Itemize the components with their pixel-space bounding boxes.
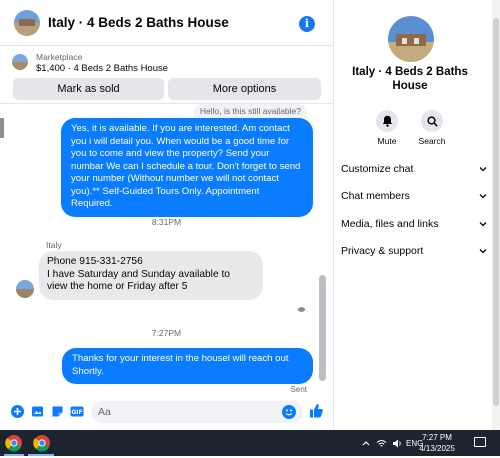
sender-avatar[interactable] [16, 280, 34, 298]
bell-icon[interactable] [376, 110, 398, 132]
mute-label: Mute [377, 136, 397, 146]
emoji-icon[interactable] [282, 405, 296, 419]
like-icon[interactable] [309, 403, 323, 419]
sticker-icon[interactable] [51, 405, 64, 418]
search-icon[interactable] [421, 110, 443, 132]
clock-date: 4/13/2025 [419, 444, 455, 453]
messenger-window: Italy · 4 Beds 2 Baths House i Marketpla… [0, 0, 500, 430]
window-edge-handle [0, 118, 4, 138]
quoted-message: Hello, is this still available? [193, 104, 307, 118]
timestamp: 7:27PM [151, 328, 182, 338]
chevron-down-icon [479, 194, 487, 199]
listing-title[interactable]: $1,400 · 4 Beds 2 Baths House [36, 63, 168, 74]
plus-icon[interactable] [11, 405, 24, 418]
section-media-files-links[interactable]: Media, files and links [341, 214, 487, 234]
section-label: Chat members [341, 190, 410, 202]
seen-indicator [297, 303, 306, 312]
listing-thumbnail[interactable] [12, 54, 28, 70]
chevron-down-icon [479, 249, 487, 254]
panel-title: Italy · 4 Beds 2 Baths House [334, 66, 486, 93]
section-privacy-support[interactable]: Privacy & support [341, 241, 487, 261]
mute-button[interactable]: Mute [362, 110, 412, 146]
chat-header: Italy · 4 Beds 2 Baths House i [0, 0, 333, 46]
section-chat-members[interactable]: Chat members [341, 186, 487, 206]
message-input-placeholder: Aa [98, 406, 111, 418]
message-input[interactable]: Aa [91, 401, 303, 423]
sender-name: Italy [46, 240, 62, 250]
panel-title-text: Italy · 4 Beds 2 Baths House [352, 66, 468, 92]
conversation-info-panel: Italy · 4 Beds 2 Baths House Mute Search… [333, 0, 500, 430]
chat-pane: Italy · 4 Beds 2 Baths House i Marketpla… [0, 0, 333, 430]
wifi-icon[interactable] [376, 430, 387, 456]
taskbar: ENG 7:27 PM 4/13/2025 [0, 430, 500, 456]
panel-scrollbar-thumb[interactable] [493, 18, 499, 406]
notification-icon[interactable] [474, 437, 486, 447]
message-bubble-outgoing[interactable]: Thanks for your interest in the housel w… [62, 348, 313, 384]
chevron-down-icon [479, 222, 487, 227]
panel-scrollbar[interactable] [492, 0, 500, 430]
section-customize-chat[interactable]: Customize chat [341, 159, 487, 179]
message-list: Hello, is this still available? Yes, it … [0, 104, 333, 394]
svg-text:GIF: GIF [71, 409, 82, 416]
more-options-button[interactable]: More options [168, 78, 321, 100]
marketplace-source: Marketplace [36, 52, 83, 62]
tray-chevron-up-icon[interactable] [362, 430, 370, 456]
timestamp: 8:31PM [151, 217, 182, 227]
chevron-down-icon [479, 167, 487, 172]
section-label: Customize chat [341, 163, 414, 175]
chrome-taskbar-icon[interactable] [4, 433, 24, 453]
message-bubble-outgoing[interactable]: Yes, it is available. If you are interes… [61, 118, 313, 217]
taskbar-clock[interactable]: 7:27 PM 4/13/2025 [414, 432, 460, 454]
section-label: Media, files and links [341, 218, 439, 230]
section-label: Privacy & support [341, 245, 424, 257]
panel-listing-photo[interactable] [388, 16, 434, 62]
chat-title[interactable]: Italy · 4 Beds 2 Baths House [48, 15, 229, 30]
mark-as-sold-button[interactable]: Mark as sold [13, 78, 164, 100]
message-bubble-incoming[interactable]: Phone 915-331-2756 I have Saturday and S… [39, 251, 263, 300]
chat-scrollbar[interactable] [319, 275, 326, 381]
gallery-icon[interactable] [31, 405, 44, 418]
chrome-taskbar-icon[interactable] [32, 433, 52, 453]
info-icon[interactable]: i [299, 16, 315, 32]
gif-icon[interactable]: GIF [70, 405, 84, 418]
chat-avatar[interactable] [14, 9, 40, 36]
search-label: Search [418, 136, 446, 146]
search-button[interactable]: Search [407, 110, 457, 146]
volume-icon[interactable] [392, 430, 403, 456]
clock-time: 7:27 PM [422, 433, 452, 442]
sent-status: Sent [290, 385, 307, 394]
